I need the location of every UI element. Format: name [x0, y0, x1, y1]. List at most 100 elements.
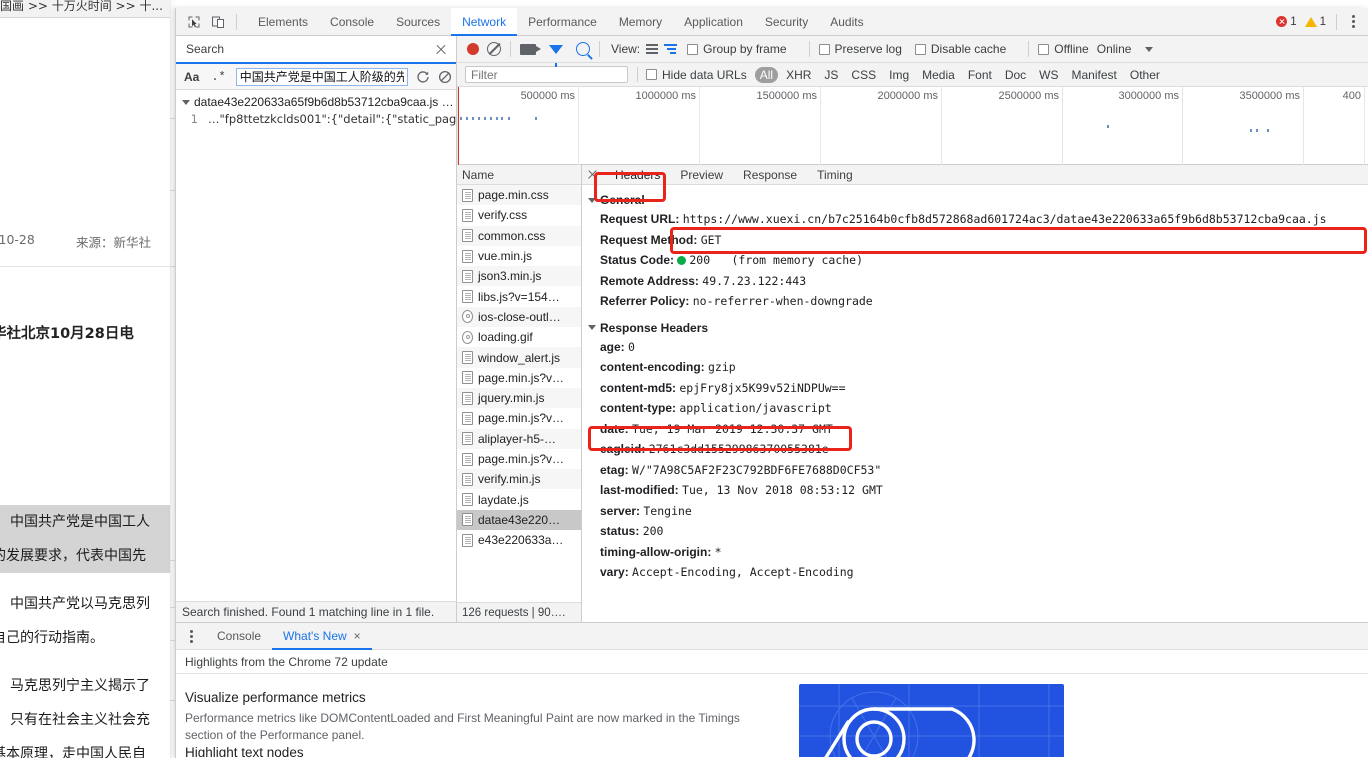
tab-headers[interactable]: Headers: [605, 165, 670, 185]
clear-requests-icon[interactable]: [487, 42, 501, 56]
devtools-status-icons: 1 1: [1273, 14, 1368, 30]
search-result-file[interactable]: datae43e220633a65f9b6d8b53712cba9caa.js …: [176, 94, 456, 110]
table-row-selected[interactable]: datae43e220…: [457, 510, 581, 530]
type-filter-img[interactable]: Img: [884, 67, 914, 83]
table-row[interactable]: verify.css: [457, 205, 581, 225]
type-filter-xhr[interactable]: XHR: [781, 67, 816, 83]
tab-elements[interactable]: Elements: [247, 8, 319, 36]
preserve-log-label: Preserve log: [835, 42, 902, 56]
tab-sources[interactable]: Sources: [385, 8, 451, 36]
table-row[interactable]: page.min.js?v…: [457, 449, 581, 469]
table-row[interactable]: page.min.js?v…: [457, 368, 581, 388]
table-row[interactable]: json3.min.js: [457, 266, 581, 286]
record-button[interactable]: [467, 43, 479, 55]
clear-icon[interactable]: [438, 69, 452, 85]
tab-preview[interactable]: Preview: [670, 165, 733, 185]
tab-security[interactable]: Security: [754, 8, 819, 36]
filter-input[interactable]: [465, 66, 628, 83]
header-name: Request Method:: [600, 233, 697, 247]
preserve-log-checkbox[interactable]: Preserve log: [819, 42, 902, 56]
table-row[interactable]: ios-close-outl…: [457, 307, 581, 327]
more-tools-icon[interactable]: [182, 630, 200, 643]
search-input[interactable]: [236, 68, 408, 86]
capture-screenshots-icon[interactable]: [520, 44, 536, 55]
devtools-tabbar: Elements Console Sources Network Perform…: [176, 8, 1368, 36]
type-filter-other[interactable]: Other: [1125, 67, 1165, 83]
type-filter-media[interactable]: Media: [917, 67, 960, 83]
tab-response[interactable]: Response: [733, 165, 807, 185]
chevron-down-icon[interactable]: [1145, 47, 1153, 52]
type-filter-doc[interactable]: Doc: [1000, 67, 1031, 83]
group-by-frame-checkbox[interactable]: Group by frame: [687, 42, 786, 56]
request-name: jquery.min.js: [478, 391, 544, 405]
type-filter-css[interactable]: CSS: [846, 67, 881, 83]
whats-new-item-title[interactable]: Visualize performance metrics: [185, 690, 366, 705]
table-row[interactable]: loading.gif: [457, 327, 581, 347]
toolbar-separator: [599, 41, 600, 57]
search-result-line[interactable]: 1 …"fp8ttetzkclds001":{"detail":{"static…: [176, 110, 456, 128]
table-row[interactable]: aliplayer-h5-…: [457, 429, 581, 449]
table-row[interactable]: verify.min.js: [457, 469, 581, 489]
headers-content: General Request URL: https://www.xuexi.c…: [582, 185, 1368, 622]
table-row[interactable]: vue.min.js: [457, 246, 581, 266]
article-body: 中国共产党是中国工人 的发展要求，代表中国先 中国共产党以马克思列 自己的行动指…: [0, 505, 175, 758]
table-row[interactable]: page.min.css: [457, 185, 581, 205]
chrome-logo-illustration: [799, 684, 1064, 757]
table-row[interactable]: jquery.min.js: [457, 388, 581, 408]
table-row[interactable]: libs.js?v=154…: [457, 286, 581, 306]
throttling-select[interactable]: Online: [1097, 42, 1132, 56]
disable-cache-checkbox[interactable]: Disable cache: [915, 42, 1006, 56]
tab-network[interactable]: Network: [451, 8, 517, 36]
show-overview-icon[interactable]: [664, 44, 677, 54]
header-row-date: date: Tue, 19 Mar 2019 12:30:37 GMT: [582, 419, 1368, 440]
header-row-request-method: Request Method: GET: [582, 230, 1368, 251]
type-filter-js[interactable]: JS: [819, 67, 843, 83]
type-filter-ws[interactable]: WS: [1034, 67, 1063, 83]
toolbar-separator: [236, 14, 237, 30]
tab-memory[interactable]: Memory: [608, 8, 673, 36]
table-row[interactable]: common.css: [457, 226, 581, 246]
request-name: json3.min.js: [478, 269, 541, 283]
search-icon[interactable]: [576, 42, 590, 56]
match-case-icon[interactable]: Aa: [182, 70, 201, 84]
close-icon[interactable]: [434, 42, 448, 56]
background-webpage: 国画 >> 十万火时间 >> 十... -10-28 来源：新华社 华社北京10…: [0, 0, 175, 758]
close-icon[interactable]: ×: [354, 629, 361, 643]
type-filter-font[interactable]: Font: [963, 67, 997, 83]
drawer-subtitle: Highlights from the Chrome 72 update: [176, 650, 1368, 674]
tab-timing[interactable]: Timing: [807, 165, 863, 185]
close-icon[interactable]: [586, 168, 599, 181]
table-row[interactable]: e43e220633a…: [457, 530, 581, 550]
network-overview[interactable]: 500000 ms 1000000 ms 1500000 ms 2000000 …: [457, 87, 1368, 165]
drawer-tab-console[interactable]: Console: [206, 623, 272, 650]
offline-checkbox[interactable]: Offline: [1038, 42, 1088, 56]
more-options-icon[interactable]: [1344, 15, 1362, 28]
large-rows-icon[interactable]: [646, 44, 658, 54]
response-headers-section-header[interactable]: Response Headers: [582, 319, 1368, 337]
tab-performance[interactable]: Performance: [517, 8, 608, 36]
regex-icon[interactable]: .*: [209, 70, 227, 84]
general-section-header[interactable]: General: [582, 191, 1368, 209]
header-value: Tue, 13 Nov 2018 08:53:12 GMT: [682, 483, 883, 497]
device-toolbar-icon[interactable]: [206, 11, 230, 33]
table-row[interactable]: laydate.js: [457, 489, 581, 509]
inspect-element-icon[interactable]: [182, 11, 206, 33]
type-filter-manifest[interactable]: Manifest: [1067, 67, 1122, 83]
header-name: eagleid:: [600, 442, 645, 456]
filter-icon[interactable]: [549, 45, 563, 54]
table-row[interactable]: page.min.js?v…: [457, 408, 581, 428]
whats-new-item-title[interactable]: Highlight text nodes: [185, 745, 304, 757]
error-badge[interactable]: 1: [1273, 16, 1299, 28]
drawer-tab-whats-new[interactable]: What's New×: [272, 623, 372, 650]
tab-console[interactable]: Console: [319, 8, 385, 36]
tab-audits[interactable]: Audits: [819, 8, 874, 36]
request-list-header[interactable]: Name: [457, 165, 581, 185]
header-row-content-type: content-type: application/javascript: [582, 398, 1368, 419]
tab-application[interactable]: Application: [673, 8, 754, 36]
hide-data-urls-checkbox[interactable]: Hide data URLs: [646, 68, 747, 82]
type-filter-all[interactable]: All: [755, 67, 778, 83]
warning-badge[interactable]: 1: [1302, 16, 1329, 28]
refresh-icon[interactable]: [416, 69, 430, 85]
table-row[interactable]: window_alert.js: [457, 347, 581, 367]
header-value[interactable]: https://www.xuexi.cn/b7c25164b0cfb8d5728…: [683, 212, 1327, 226]
